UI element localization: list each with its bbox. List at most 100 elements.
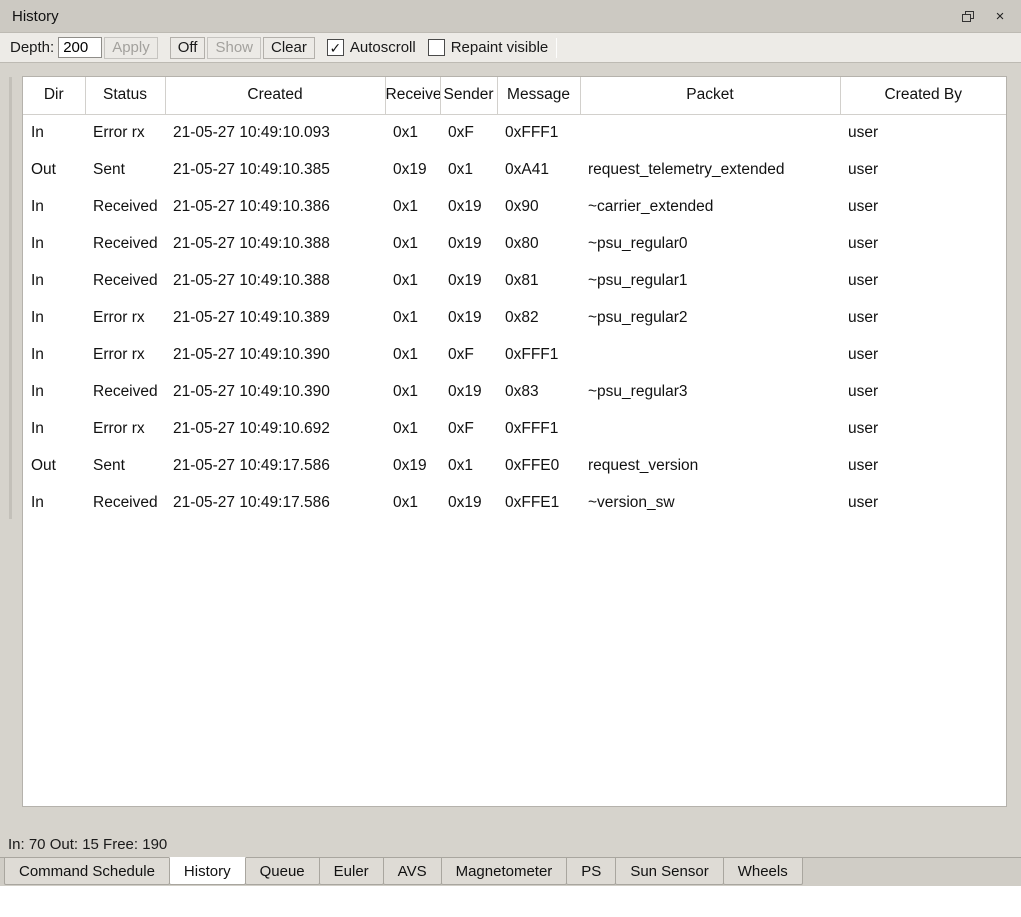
table-cell: 0x81 — [497, 262, 580, 299]
titlebar: History × — [0, 0, 1021, 33]
table-cell: 0x19 — [440, 484, 497, 521]
autoscroll-checkbox[interactable]: ✓ — [327, 39, 344, 56]
apply-button[interactable]: Apply — [104, 37, 158, 59]
table-cell: request_version — [580, 447, 840, 484]
table-cell: ~psu_regular3 — [580, 373, 840, 410]
column-header[interactable]: Packet — [580, 77, 840, 114]
table-row[interactable]: InError rx21-05-27 10:49:10.0930x10xF0xF… — [23, 114, 1006, 151]
vertical-divider — [9, 77, 12, 519]
column-header[interactable]: Sender — [440, 77, 497, 114]
table-cell: Received — [85, 262, 165, 299]
table-cell: 21-05-27 10:49:10.093 — [165, 114, 385, 151]
table-cell: user — [840, 336, 1006, 373]
table-cell: Received — [85, 373, 165, 410]
table-cell: Sent — [85, 447, 165, 484]
depth-label: Depth: — [10, 39, 54, 56]
table-cell: user — [840, 299, 1006, 336]
table-row[interactable]: InReceived21-05-27 10:49:10.3880x10x190x… — [23, 262, 1006, 299]
table-cell: user — [840, 373, 1006, 410]
table-row[interactable]: OutSent21-05-27 10:49:17.5860x190x10xFFE… — [23, 447, 1006, 484]
table-cell: 0x82 — [497, 299, 580, 336]
repaint-checkbox[interactable] — [428, 39, 445, 56]
tab-sun-sensor[interactable]: Sun Sensor — [615, 858, 723, 885]
statusbar: In: 70 Out: 15 Free: 190 — [0, 831, 1021, 857]
table-cell: 21-05-27 10:49:10.385 — [165, 151, 385, 188]
close-button[interactable]: × — [987, 5, 1013, 27]
tab-euler[interactable]: Euler — [319, 858, 384, 885]
restore-button[interactable] — [955, 5, 981, 27]
depth-input[interactable] — [58, 37, 102, 58]
column-header[interactable]: Created By — [840, 77, 1006, 114]
table-cell: 0xF — [440, 336, 497, 373]
table-row[interactable]: InError rx21-05-27 10:49:10.3890x10x190x… — [23, 299, 1006, 336]
table-cell: Error rx — [85, 299, 165, 336]
table-cell: 0x1 — [385, 114, 440, 151]
autoscroll-label: Autoscroll — [350, 39, 416, 56]
table-cell: 0x1 — [440, 151, 497, 188]
table-cell: 0x1 — [385, 336, 440, 373]
table-cell: user — [840, 410, 1006, 447]
table-row[interactable]: OutSent21-05-27 10:49:10.3850x190x10xA41… — [23, 151, 1006, 188]
tab-history[interactable]: History — [169, 857, 246, 885]
table-cell: 21-05-27 10:49:10.386 — [165, 188, 385, 225]
table-cell: 0x1 — [385, 410, 440, 447]
toolbar: Depth: Apply Off Show Clear ✓ Autoscroll… — [0, 33, 1021, 63]
table-cell — [580, 336, 840, 373]
column-header[interactable]: Dir — [23, 77, 85, 114]
table-cell: In — [23, 410, 85, 447]
table-cell: 0x1 — [385, 299, 440, 336]
close-icon: × — [996, 8, 1005, 25]
table-cell — [580, 410, 840, 447]
table-cell: user — [840, 151, 1006, 188]
window-title: History — [12, 8, 949, 25]
table-cell: ~psu_regular2 — [580, 299, 840, 336]
tab-magnetometer[interactable]: Magnetometer — [441, 858, 568, 885]
table-row[interactable]: InError rx21-05-27 10:49:10.6920x10xF0xF… — [23, 410, 1006, 447]
check-icon: ✓ — [329, 41, 341, 55]
table-cell: 0xF — [440, 114, 497, 151]
clear-button[interactable]: Clear — [263, 37, 315, 59]
table-cell: 0x1 — [385, 225, 440, 262]
table-cell: 0x90 — [497, 188, 580, 225]
tab-ps[interactable]: PS — [566, 858, 616, 885]
table-cell: ~psu_regular1 — [580, 262, 840, 299]
table-cell: 21-05-27 10:49:10.388 — [165, 262, 385, 299]
table-row[interactable]: InReceived21-05-27 10:49:17.5860x10x190x… — [23, 484, 1006, 521]
table-cell: 0x1 — [385, 373, 440, 410]
tab-command-schedule[interactable]: Command Schedule — [4, 858, 170, 885]
column-header[interactable]: Status — [85, 77, 165, 114]
tabbar: Command ScheduleHistoryQueueEulerAVSMagn… — [0, 857, 1021, 886]
column-header[interactable]: Message — [497, 77, 580, 114]
table-cell: Error rx — [85, 336, 165, 373]
tab-wheels[interactable]: Wheels — [723, 858, 803, 885]
table-row[interactable]: InError rx21-05-27 10:49:10.3900x10xF0xF… — [23, 336, 1006, 373]
table-cell: 21-05-27 10:49:10.388 — [165, 225, 385, 262]
table-row[interactable]: InReceived21-05-27 10:49:10.3860x10x190x… — [23, 188, 1006, 225]
table-cell: ~carrier_extended — [580, 188, 840, 225]
table-cell: user — [840, 484, 1006, 521]
table-cell: In — [23, 188, 85, 225]
table-cell: Received — [85, 484, 165, 521]
table-cell: In — [23, 373, 85, 410]
history-panel: DirStatusCreatedReceiverSenderMessagePac… — [22, 76, 1007, 807]
column-header[interactable]: Receiver — [385, 77, 440, 114]
table-header-row: DirStatusCreatedReceiverSenderMessagePac… — [23, 77, 1006, 114]
table-cell: In — [23, 336, 85, 373]
toolbar-separator — [556, 38, 557, 58]
table-cell: Sent — [85, 151, 165, 188]
table-row[interactable]: InReceived21-05-27 10:49:10.3880x10x190x… — [23, 225, 1006, 262]
table-row[interactable]: InReceived21-05-27 10:49:10.3900x10x190x… — [23, 373, 1006, 410]
table-cell: 0x1 — [385, 484, 440, 521]
off-button[interactable]: Off — [170, 37, 206, 59]
tab-queue[interactable]: Queue — [245, 858, 320, 885]
table-cell: 0x19 — [440, 373, 497, 410]
history-table: DirStatusCreatedReceiverSenderMessagePac… — [23, 77, 1006, 521]
column-header[interactable]: Created — [165, 77, 385, 114]
table-body: InError rx21-05-27 10:49:10.0930x10xF0xF… — [23, 114, 1006, 521]
table-cell: ~psu_regular0 — [580, 225, 840, 262]
show-button[interactable]: Show — [207, 37, 261, 59]
table-cell: 0xFFE0 — [497, 447, 580, 484]
table-cell: 0x19 — [440, 225, 497, 262]
tab-avs[interactable]: AVS — [383, 858, 442, 885]
table-cell: 0x19 — [440, 299, 497, 336]
